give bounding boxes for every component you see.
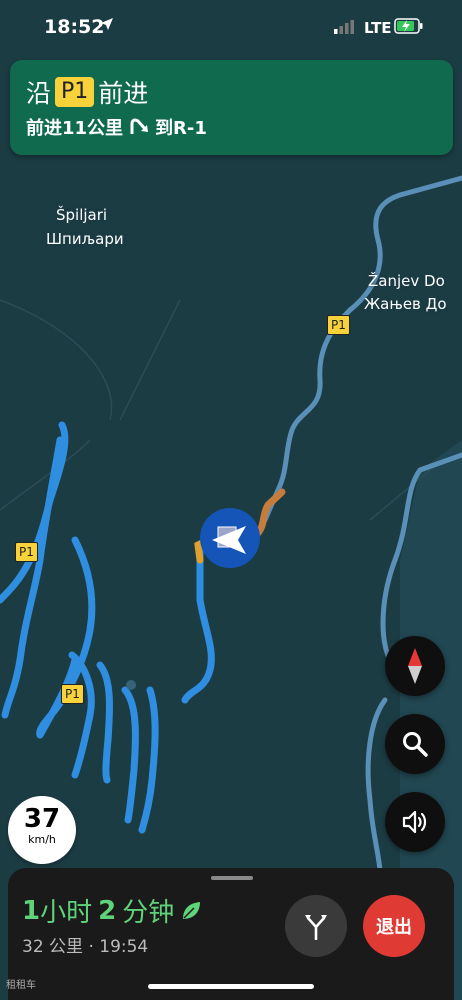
- instruction-banner[interactable]: 沿 P1 前进 前进11公里 到R-1: [10, 60, 453, 155]
- volume-button[interactable]: [385, 792, 445, 852]
- battery-charging-icon: [394, 18, 423, 34]
- speedometer: 37 km/h: [8, 796, 76, 864]
- exit-button[interactable]: 退出: [363, 895, 425, 957]
- place-label: Жањев До: [364, 295, 447, 313]
- signal-icon: [334, 20, 354, 34]
- turn-right-icon: [130, 118, 149, 134]
- search-button[interactable]: [385, 714, 445, 774]
- compass-button[interactable]: [385, 636, 445, 696]
- road-shield: P1: [15, 542, 38, 562]
- place-label: Шпиљари: [46, 230, 124, 248]
- eta-minutes: 2: [98, 895, 117, 926]
- speed-unit: km/h: [28, 833, 56, 846]
- alternate-routes-icon: [305, 915, 327, 940]
- speed-value: 37: [23, 804, 61, 834]
- eta: 1 小时 2 分钟: [22, 892, 202, 929]
- place-label: Žanjev Do: [368, 272, 445, 290]
- road-shield: P1: [61, 684, 84, 704]
- next-step-line: 前进11公里 到R-1: [26, 114, 207, 140]
- status-bar: 18:52 LTE: [0, 0, 462, 52]
- watermark: 租租车: [6, 976, 36, 991]
- eta-minutes-unit: 分钟: [122, 898, 175, 928]
- instruction-line: 沿 P1 前进: [26, 74, 148, 110]
- leaf-icon: [183, 901, 201, 919]
- location-arrow-icon: [101, 18, 113, 30]
- trip-sheet[interactable]: 1 小时 2 分钟 32 公里 · 19:54 退出: [8, 868, 454, 1000]
- then-text: 到R-1: [155, 118, 207, 139]
- distance-text: 前进11公里: [26, 118, 124, 139]
- road-shield: P1: [55, 77, 95, 107]
- network-type: LTE: [364, 19, 392, 37]
- watermark-text: 租租车: [6, 980, 36, 991]
- eta-hours-unit: 小时: [40, 898, 93, 928]
- alternate-routes-button[interactable]: [285, 895, 347, 957]
- clock: 18:52: [44, 16, 105, 38]
- compass-icon: [408, 648, 422, 684]
- eta-hours: 1: [22, 895, 41, 926]
- home-indicator[interactable]: [148, 984, 314, 989]
- sheet-handle[interactable]: [211, 876, 253, 880]
- road-shield: P1: [327, 315, 350, 335]
- instruction-suffix: 前进: [98, 79, 149, 108]
- instruction-prefix: 沿: [26, 79, 52, 108]
- distance-arrival: 32 公里 · 19:54: [22, 937, 149, 957]
- search-icon: [403, 732, 428, 757]
- volume-icon: [402, 810, 427, 834]
- place-label: Špiljari: [56, 206, 108, 224]
